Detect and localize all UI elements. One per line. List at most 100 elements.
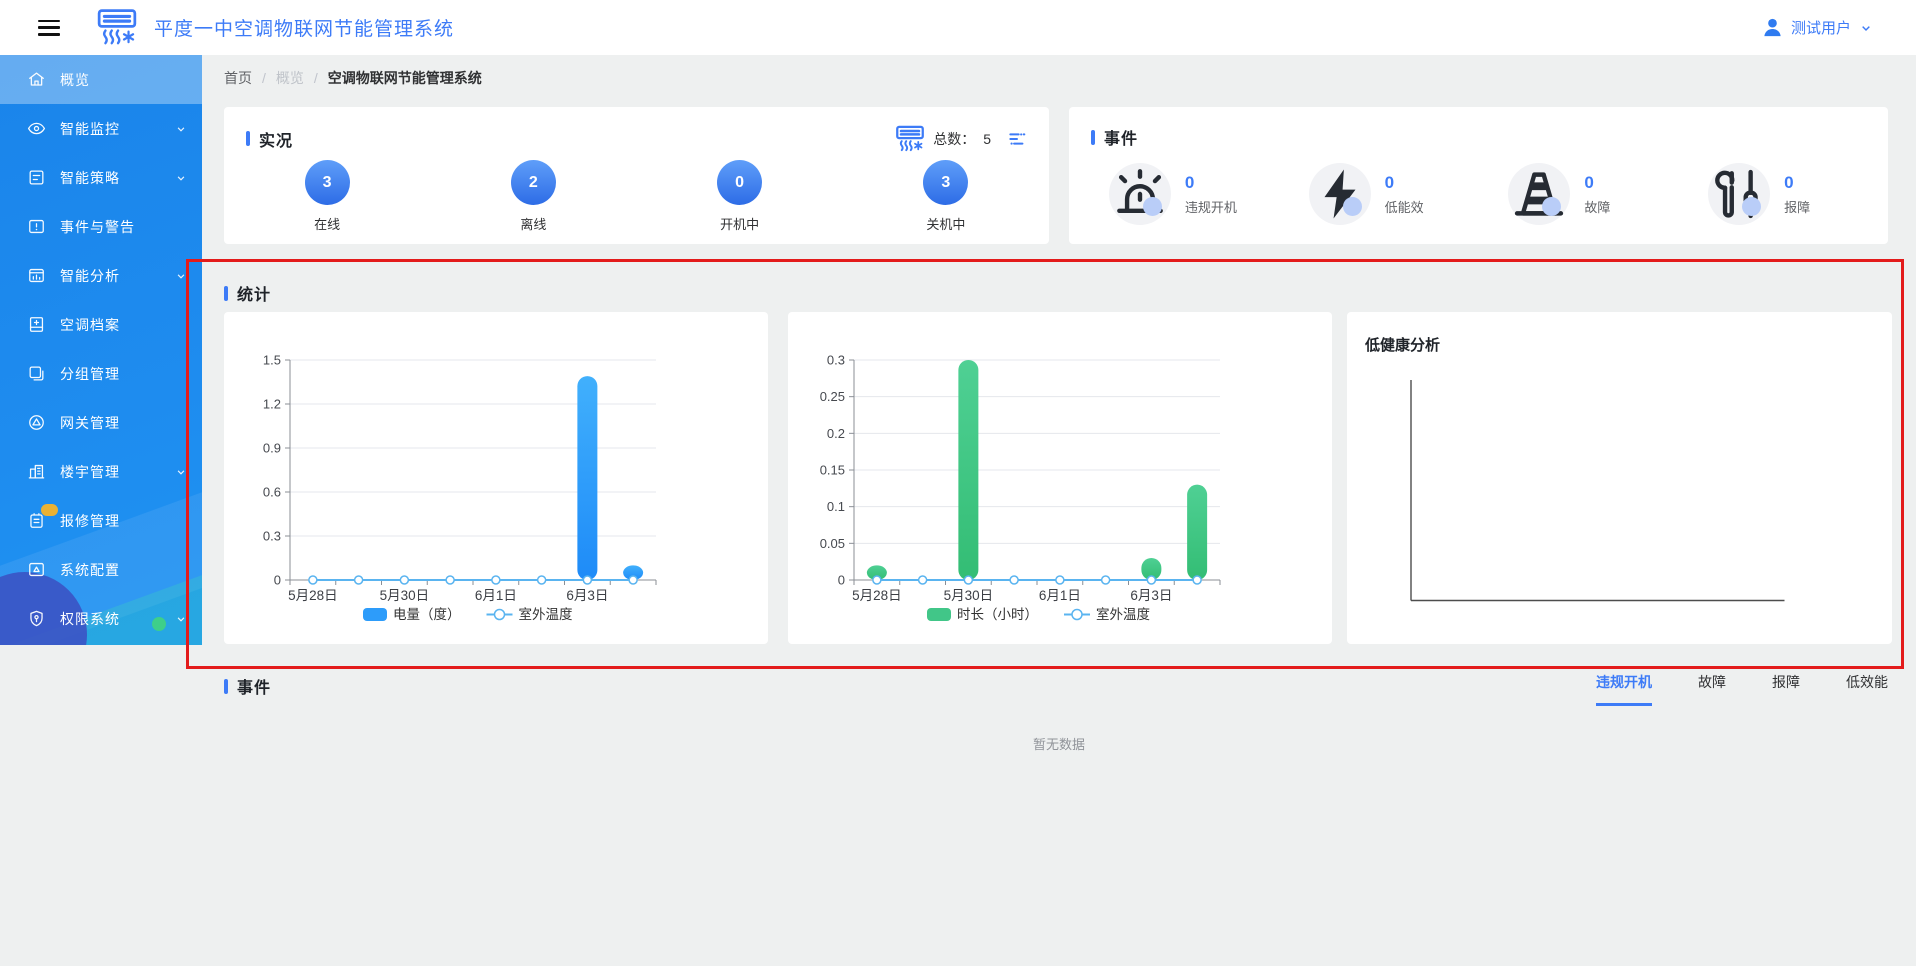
svg-text:室外温度: 室外温度 xyxy=(519,606,573,622)
sidebar-item[interactable]: 分组管理 xyxy=(0,349,202,398)
power-consumption-chart[interactable]: 0 0.3 0.6 0.9 1.2 1.5 5月28日 5月30日 6月1日 6月3日电量（度） 室… xyxy=(224,312,768,644)
stats-section-header: 统计 xyxy=(224,281,271,305)
health-chart-card: 低健康分析 xyxy=(1347,312,1892,644)
total-label: 总数： xyxy=(933,130,976,147)
svg-text:1.5: 1.5 xyxy=(263,353,281,368)
svg-text:0.6: 0.6 xyxy=(263,485,281,500)
event-icon-circle xyxy=(1508,163,1571,225)
sidebar-item-icon xyxy=(27,413,46,432)
accent-dot xyxy=(1142,197,1162,216)
event-count: 0 xyxy=(1184,172,1195,192)
sidebar-item-icon xyxy=(27,266,46,285)
breadcrumb-home[interactable]: 首页 xyxy=(224,68,252,88)
sidebar-item-label: 智能分析 xyxy=(60,267,120,284)
badge-dot xyxy=(41,504,58,516)
sidebar-item-label: 楼宇管理 xyxy=(60,463,120,480)
event-tab[interactable]: 报障 xyxy=(1772,672,1800,706)
stat-label: 在线 xyxy=(314,217,341,232)
sidebar-item-icon xyxy=(27,364,46,383)
sidebar-item[interactable]: 楼宇管理 xyxy=(0,447,202,496)
svg-text:室外温度: 室外温度 xyxy=(1096,606,1150,622)
svg-text:0: 0 xyxy=(838,573,845,588)
title-marker xyxy=(224,678,228,694)
empty-data-text: 暂无数据 xyxy=(1032,737,1085,752)
events-summary-card: 事件 0 违规开机 0 低能效 0 故障 0 报障 xyxy=(1069,107,1888,244)
sidebar-item-label: 概览 xyxy=(60,71,90,88)
app-header: 平度一中空调物联网节能管理系统 测试用户 xyxy=(0,0,1916,55)
sidebar-item[interactable]: 智能分析 xyxy=(0,251,202,300)
sidebar-item[interactable]: 系统配置 xyxy=(0,545,202,594)
svg-text:时长（小时）: 时长（小时） xyxy=(957,607,1038,622)
event-label: 违规开机 xyxy=(1184,199,1237,215)
sidebar-item-icon xyxy=(27,462,46,481)
sidebar: 概览 智能监控 智能策略 事件与警告 智能分析 空调档案 分组管理 网关管理 楼… xyxy=(0,55,202,645)
sidebar-item[interactable]: 概览 xyxy=(0,55,202,104)
event-tab[interactable]: 低效能 xyxy=(1846,672,1888,706)
user-menu[interactable]: 测试用户 xyxy=(1761,16,1874,39)
live-stat: 0 开机中 xyxy=(637,160,843,233)
duration-chart-card: 0 0.05 0.1 0.15 0.2 0.25 0.3 5月28日 5月30日 6月1日 6月3日… xyxy=(788,312,1332,644)
runtime-duration-chart[interactable]: 0 0.05 0.1 0.15 0.2 0.25 0.3 5月28日 5月30日 6月1日 6月3日… xyxy=(788,312,1332,644)
event-count: 0 xyxy=(1384,172,1395,192)
svg-text:0: 0 xyxy=(274,573,281,588)
filter-icon[interactable] xyxy=(1007,129,1027,149)
sidebar-item-label: 智能监控 xyxy=(60,120,120,137)
event-count: 0 xyxy=(1784,172,1794,192)
svg-text:0.2: 0.2 xyxy=(827,426,845,441)
chevron-down-icon xyxy=(177,469,185,475)
sidebar-item-icon xyxy=(27,609,46,628)
event-tab[interactable]: 故障 xyxy=(1698,672,1726,706)
sidebar-item[interactable]: 事件与警告 xyxy=(0,202,202,251)
stat-count-circle: 2 xyxy=(510,160,556,205)
sidebar-item[interactable]: 空调档案 xyxy=(0,300,202,349)
event-item: 0 故障 xyxy=(1479,163,1679,225)
stat-label: 开机中 xyxy=(720,217,760,232)
sidebar-item-icon xyxy=(27,70,46,89)
sidebar-item-label: 智能策略 xyxy=(60,169,120,186)
sidebar-item-label: 空调档案 xyxy=(60,316,120,333)
sidebar-item-icon xyxy=(27,217,46,236)
menu-toggle-button[interactable] xyxy=(38,19,60,36)
live-stat: 3 关机中 xyxy=(843,160,1049,233)
sidebar-item-label: 分组管理 xyxy=(60,365,120,382)
event-item: 0 低能效 xyxy=(1279,163,1479,225)
sidebar-item-label: 权限系统 xyxy=(60,610,120,627)
svg-text:5月28日: 5月28日 xyxy=(288,588,338,603)
event-item: 0 报障 xyxy=(1678,163,1878,225)
live-stat: 3 在线 xyxy=(224,160,430,233)
svg-text:0.1: 0.1 xyxy=(827,499,845,514)
event-tab[interactable]: 违规开机 xyxy=(1596,672,1652,706)
user-icon xyxy=(1764,18,1781,37)
sidebar-item-label: 网关管理 xyxy=(60,414,120,431)
sidebar-item[interactable]: 报修管理 xyxy=(0,496,202,545)
accent-dot xyxy=(1742,197,1762,216)
health-chart-title: 低健康分析 xyxy=(1365,337,1441,354)
user-name: 测试用户 xyxy=(1790,20,1851,37)
low-health-analysis-chart[interactable] xyxy=(1347,312,1892,644)
title-marker xyxy=(1091,129,1095,145)
sidebar-item[interactable]: 智能策略 xyxy=(0,153,202,202)
svg-text:6月1日: 6月1日 xyxy=(475,588,517,603)
stat-label: 离线 xyxy=(520,217,547,232)
svg-text:0.3: 0.3 xyxy=(263,529,281,544)
bottom-events-header: 事件 违规开机 故障 报障 低效能 xyxy=(224,672,1888,706)
svg-text:6月3日: 6月3日 xyxy=(1130,588,1172,603)
stat-label: 关机中 xyxy=(926,217,966,232)
power-chart-card: 0 0.3 0.6 0.9 1.2 1.5 5月28日 5月30日 6月1日 6月3日 电量（度） 室… xyxy=(224,312,768,644)
svg-text:0.9: 0.9 xyxy=(263,441,281,456)
title-marker xyxy=(224,285,228,301)
svg-text:0.05: 0.05 xyxy=(820,536,845,551)
svg-text:0.15: 0.15 xyxy=(820,463,845,478)
event-icon-circle xyxy=(1308,163,1371,225)
sidebar-item[interactable]: 权限系统 xyxy=(0,594,202,643)
live-panel-title: 实况 xyxy=(259,132,294,150)
svg-text:0.25: 0.25 xyxy=(820,389,845,404)
sidebar-item-label: 报修管理 xyxy=(60,512,120,529)
sidebar-item[interactable]: 网关管理 xyxy=(0,398,202,447)
event-icon-circle xyxy=(1108,163,1171,225)
accent-dot xyxy=(1342,197,1362,216)
svg-text:6月3日: 6月3日 xyxy=(566,588,608,603)
ac-logo-icon xyxy=(96,8,138,48)
event-label: 低能效 xyxy=(1384,199,1424,215)
sidebar-item[interactable]: 智能监控 xyxy=(0,104,202,153)
